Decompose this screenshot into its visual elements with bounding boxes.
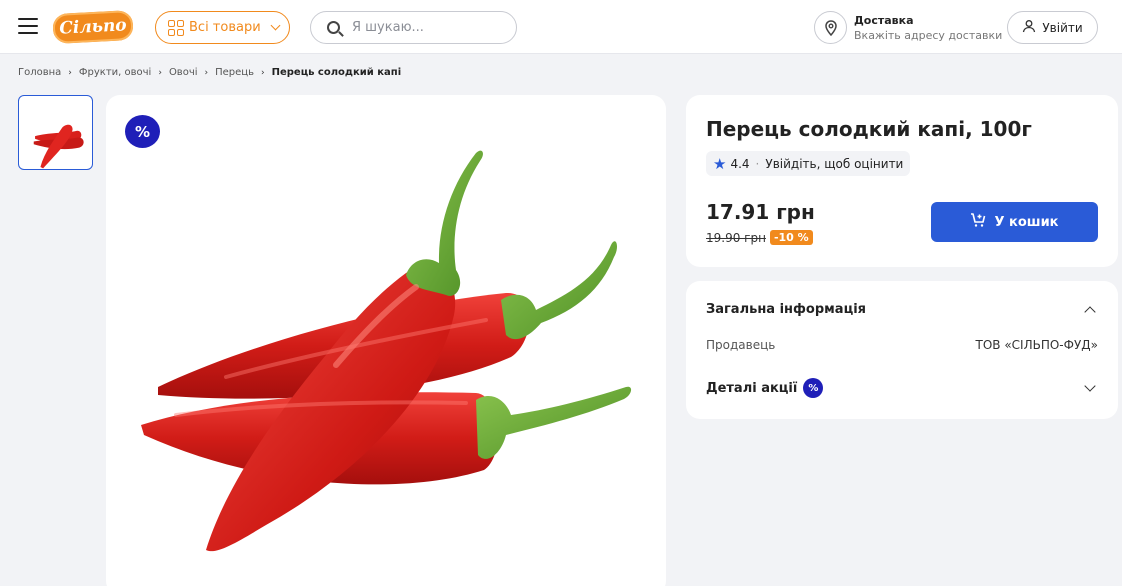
breadcrumb-current: Перець солодкий капі <box>271 67 402 78</box>
site-logo[interactable]: Сільпо <box>52 9 134 45</box>
rating-value: 4.4 <box>730 156 750 171</box>
seller-label: Продавець <box>706 338 776 352</box>
catalog-button[interactable]: Всі товари <box>155 11 290 44</box>
separator-dot: · <box>755 156 760 171</box>
seller-value: ТОВ «СІЛЬПО-ФУД» <box>975 338 1099 352</box>
catalog-label: Всі товари <box>189 20 261 35</box>
cart-add-icon <box>970 212 986 232</box>
breadcrumb: Головна › Фрукти, овочі › Овочі › Перець… <box>18 67 401 78</box>
product-thumbnail[interactable] <box>18 95 93 170</box>
delivery-subtitle: Вкажіть адресу доставки <box>854 28 1003 42</box>
rate-login-link[interactable]: Увійдіть, щоб оцінити <box>765 157 903 171</box>
add-to-cart-label: У кошик <box>994 214 1059 230</box>
search-icon <box>327 21 340 34</box>
chevron-right-icon: › <box>158 67 162 78</box>
user-icon <box>1022 19 1036 36</box>
pepper-image <box>141 150 632 552</box>
old-price: 19.90 грн <box>706 230 766 245</box>
pepper-thumbnail-image <box>33 124 84 169</box>
promo-details-toggle[interactable]: Деталі акції % <box>706 378 1098 398</box>
login-button[interactable]: Увійти <box>1007 11 1098 44</box>
site-header: Сільпо Всі товари Доставка Вкажіть адрес… <box>0 0 1122 54</box>
chevron-down-icon <box>270 20 281 31</box>
breadcrumb-item[interactable]: Перець <box>215 67 254 78</box>
grid-icon <box>168 19 184 36</box>
delivery-selector[interactable]: Доставка Вкажіть адресу доставки <box>814 11 1002 44</box>
login-label: Увійти <box>1042 20 1083 35</box>
chevron-down-icon <box>1084 380 1096 392</box>
chevron-right-icon: › <box>68 67 72 78</box>
breadcrumb-item[interactable]: Фрукти, овочі <box>79 67 151 78</box>
product-image-card: % <box>106 95 666 586</box>
general-info-toggle[interactable]: Загальна інформація <box>706 302 1098 318</box>
promo-badge: % <box>125 115 160 148</box>
location-pin-icon <box>814 11 847 44</box>
discount-badge: -10 % <box>769 230 813 245</box>
current-price: 17.91 грн <box>706 200 815 224</box>
delivery-title: Доставка <box>854 13 914 27</box>
promo-details-title: Деталі акції <box>706 380 798 396</box>
product-info-card: Перець солодкий капі, 100г ★ 4.4 · Увійд… <box>686 95 1118 267</box>
search-input[interactable] <box>352 20 502 35</box>
star-icon: ★ <box>713 154 727 173</box>
breadcrumb-item[interactable]: Овочі <box>169 67 198 78</box>
product-title: Перець солодкий капі, 100г <box>706 117 1032 141</box>
add-to-cart-button[interactable]: У кошик <box>931 202 1098 242</box>
seller-row: Продавець ТОВ «СІЛЬПО-ФУД» <box>706 338 1098 352</box>
chevron-right-icon: › <box>204 67 209 78</box>
old-price-row: 19.90 грн -10 % <box>706 230 813 245</box>
breadcrumb-item[interactable]: Головна <box>18 67 61 78</box>
rating-pill: ★ 4.4 · Увійдіть, щоб оцінити <box>706 151 911 176</box>
menu-icon[interactable] <box>18 18 38 34</box>
chevron-right-icon: › <box>261 67 265 78</box>
chevron-up-icon <box>1084 305 1096 318</box>
general-info-title: Загальна інформація <box>706 302 867 317</box>
search-box[interactable] <box>310 11 517 44</box>
details-card: Загальна інформація Продавець ТОВ «СІЛЬП… <box>686 281 1118 419</box>
promo-badge-icon: % <box>803 378 824 398</box>
